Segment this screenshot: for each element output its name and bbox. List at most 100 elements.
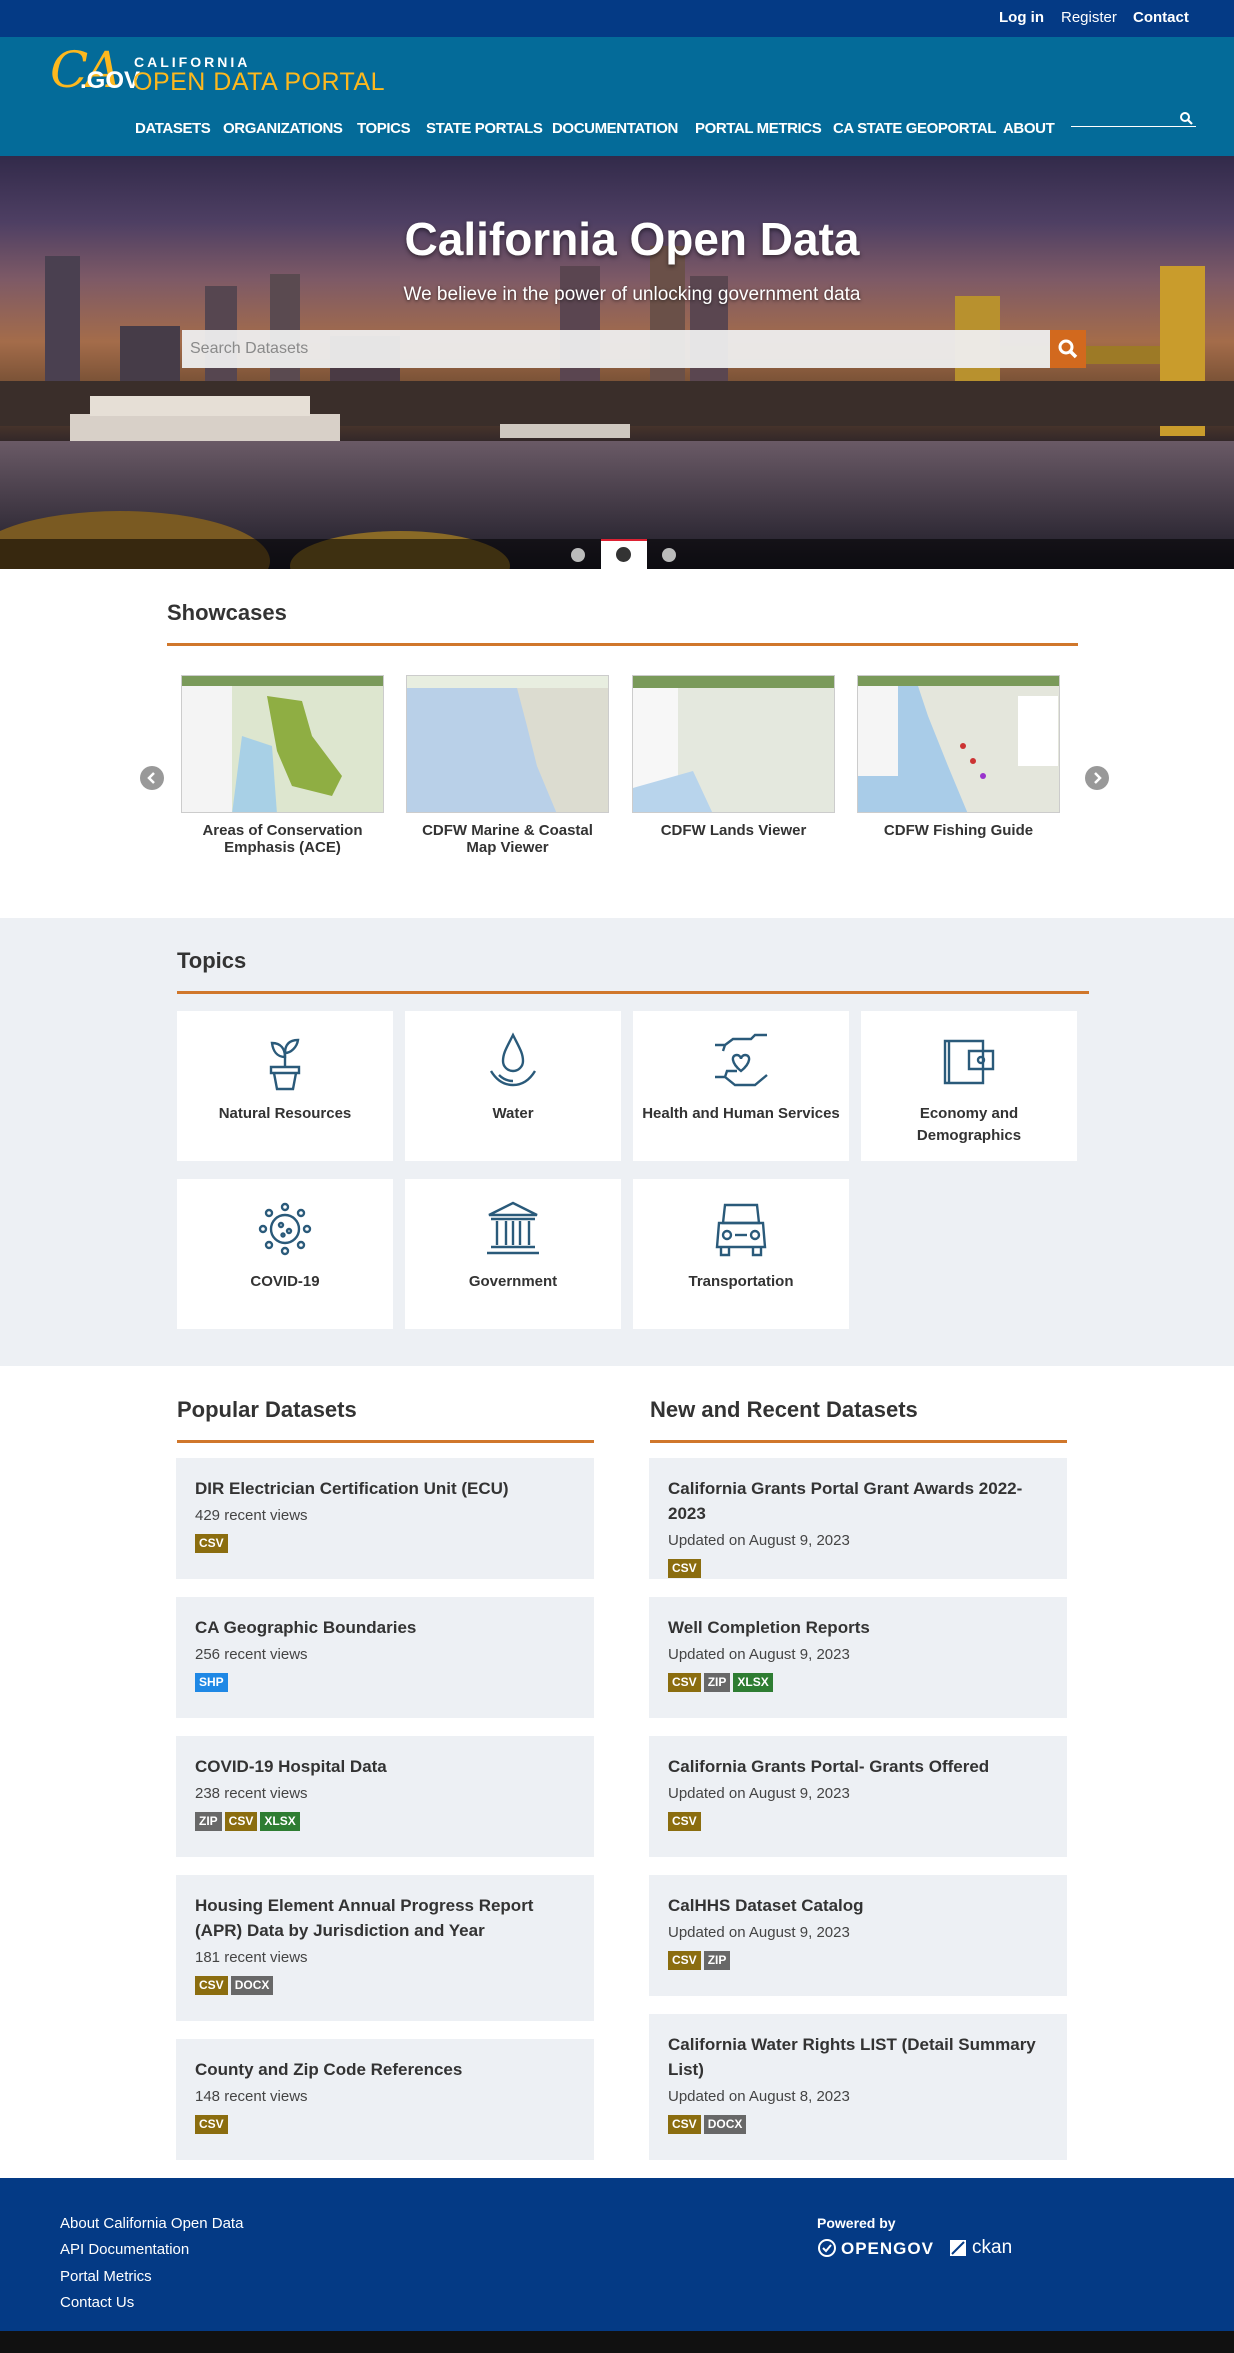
nav-documentation[interactable]: DOCUMENTATION <box>552 120 678 137</box>
format-tags: CSV <box>668 1559 1048 1578</box>
footer-link-contact[interactable]: Contact Us <box>60 2294 134 2311</box>
topic-transportation[interactable]: Transportation <box>633 1179 849 1329</box>
dataset-title[interactable]: California Water Rights LIST (Detail Sum… <box>668 2032 1048 2082</box>
carousel-next-button[interactable] <box>1085 766 1109 790</box>
virus-icon <box>258 1202 312 1256</box>
dataset-title[interactable]: California Grants Portal- Grants Offered <box>668 1754 1048 1779</box>
popular-divider <box>177 1440 594 1443</box>
format-tag-csv: CSV <box>224 1812 258 1831</box>
popular-dataset-card[interactable]: County and Zip Code References 148 recen… <box>176 2039 594 2160</box>
showcase-thumbnail <box>406 675 609 813</box>
popular-dataset-card[interactable]: DIR Electrician Certification Unit (ECU)… <box>176 1458 594 1579</box>
format-tags: ZIP CSV XLSX <box>195 1812 575 1831</box>
register-link[interactable]: Register <box>1061 9 1117 26</box>
topic-government[interactable]: Government <box>405 1179 621 1329</box>
format-tags: CSV <box>195 2115 575 2134</box>
dataset-title[interactable]: CA Geographic Boundaries <box>195 1615 575 1640</box>
format-tag-shp: SHP <box>195 1673 228 1692</box>
format-tag-csv: CSV <box>668 1673 701 1692</box>
format-tag-csv: CSV <box>195 1534 228 1553</box>
dataset-search-button[interactable] <box>1050 330 1086 368</box>
nav-organizations[interactable]: ORGANIZATIONS <box>223 120 343 137</box>
format-tags: CSV DOCX <box>195 1976 575 1995</box>
dataset-updated: Updated on August 9, 2023 <box>668 1924 850 1941</box>
nav-ca-state-geoportal[interactable]: CA STATE GEOPORTAL <box>833 120 996 137</box>
format-tag-docx: DOCX <box>230 1976 274 1995</box>
dataset-views: 429 recent views <box>195 1507 308 1524</box>
dataset-title[interactable]: Housing Element Annual Progress Report (… <box>195 1893 575 1943</box>
logo-gov: .GOV <box>80 67 141 94</box>
dataset-title[interactable]: Well Completion Reports <box>668 1615 1048 1640</box>
recent-dataset-card[interactable]: CalHHS Dataset Catalog Updated on August… <box>649 1875 1067 1996</box>
recent-divider <box>650 1440 1067 1443</box>
opengov-logo[interactable]: OPENGOV <box>841 2239 934 2259</box>
topic-covid-19[interactable]: COVID-19 <box>177 1179 393 1329</box>
search-icon[interactable] <box>1179 111 1193 125</box>
carousel-prev-button[interactable] <box>140 766 164 790</box>
site-header: CA .GOV CALIFORNIA OPEN DATA PORTAL DATA… <box>0 37 1234 156</box>
dataset-views: 256 recent views <box>195 1646 308 1663</box>
showcase-card[interactable]: CDFW Marine & Coastal Map Viewer <box>406 675 609 856</box>
nav-search-input[interactable] <box>1071 107 1196 127</box>
recent-dataset-card[interactable]: California Grants Portal Grant Awards 20… <box>649 1458 1067 1579</box>
showcase-card[interactable]: CDFW Fishing Guide <box>857 675 1060 839</box>
utility-bar: Log in Register Contact <box>0 0 1234 37</box>
water-drop-icon <box>489 1032 537 1087</box>
carousel-dot-2-active[interactable] <box>616 547 631 562</box>
topic-label: Natural Resources <box>218 1105 352 1122</box>
nav-about[interactable]: ABOUT <box>1003 120 1055 137</box>
carousel-dot-3[interactable] <box>662 548 676 562</box>
logo-open-data-portal: OPEN DATA PORTAL <box>133 68 386 96</box>
dataset-title[interactable]: COVID-19 Hospital Data <box>195 1754 575 1779</box>
footer-link-api-docs[interactable]: API Documentation <box>60 2241 189 2258</box>
recent-dataset-card[interactable]: Well Completion Reports Updated on Augus… <box>649 1597 1067 1718</box>
popular-dataset-card[interactable]: CA Geographic Boundaries 256 recent view… <box>176 1597 594 1718</box>
dataset-search-input[interactable] <box>182 330 1050 368</box>
recent-dataset-card[interactable]: California Grants Portal- Grants Offered… <box>649 1736 1067 1857</box>
dataset-title[interactable]: DIR Electrician Certification Unit (ECU) <box>195 1476 575 1501</box>
format-tags: CSV <box>668 1812 1048 1831</box>
carousel-dot-1[interactable] <box>571 548 585 562</box>
hero-subtitle: We believe in the power of unlocking gov… <box>403 284 861 305</box>
showcase-title: CDFW Marine & Coastal Map Viewer <box>422 822 593 856</box>
showcase-card[interactable]: Areas of Conservation Emphasis (ACE) <box>181 675 384 856</box>
showcase-thumbnail <box>632 675 835 813</box>
wallet-icon <box>943 1039 995 1085</box>
dataset-title[interactable]: County and Zip Code References <box>195 2057 575 2082</box>
footer-link-portal-metrics[interactable]: Portal Metrics <box>60 2268 152 2285</box>
ckan-logo[interactable]: ckan <box>972 2237 1012 2259</box>
showcase-thumbnail <box>181 675 384 813</box>
showcases-divider <box>167 643 1078 646</box>
topic-label: Health and Human Services <box>642 1105 840 1122</box>
showcase-thumbnail <box>857 675 1060 813</box>
format-tags: CSV <box>195 1534 575 1553</box>
format-tag-zip: ZIP <box>703 1673 731 1692</box>
topic-economy-demographics[interactable]: Economy and Demographics <box>861 1011 1077 1161</box>
contact-link[interactable]: Contact <box>1133 9 1189 26</box>
nav-datasets[interactable]: DATASETS <box>135 120 211 137</box>
login-link[interactable]: Log in <box>999 9 1044 26</box>
format-tag-csv: CSV <box>195 1976 228 1995</box>
nav-state-portals[interactable]: STATE PORTALS <box>426 120 543 137</box>
format-tag-csv: CSV <box>668 1812 701 1831</box>
popular-dataset-card[interactable]: Housing Element Annual Progress Report (… <box>176 1875 594 2021</box>
format-tag-docx: DOCX <box>703 2115 747 2134</box>
nav-portal-metrics[interactable]: PORTAL METRICS <box>695 120 822 137</box>
showcase-card[interactable]: CDFW Lands Viewer <box>632 675 835 839</box>
topic-water[interactable]: Water <box>405 1011 621 1161</box>
dataset-updated: Updated on August 8, 2023 <box>668 2088 850 2105</box>
topic-label: Water <box>492 1105 534 1122</box>
topic-health-human-services[interactable]: Health and Human Services <box>633 1011 849 1161</box>
format-tags: CSV DOCX <box>668 2115 1048 2134</box>
recent-dataset-card[interactable]: California Water Rights LIST (Detail Sum… <box>649 2014 1067 2160</box>
popular-dataset-card[interactable]: COVID-19 Hospital Data 238 recent views … <box>176 1736 594 1857</box>
carousel-indicator-bar <box>0 539 1234 569</box>
dataset-title[interactable]: CalHHS Dataset Catalog <box>668 1893 1048 1918</box>
opengov-logo-icon <box>818 2239 836 2257</box>
topic-natural-resources[interactable]: Natural Resources <box>177 1011 393 1161</box>
nav-topics[interactable]: TOPICS <box>357 120 411 137</box>
footer-link-about[interactable]: About California Open Data <box>60 2215 243 2232</box>
format-tag-csv: CSV <box>668 1559 701 1578</box>
bus-icon <box>715 1203 767 1257</box>
dataset-title[interactable]: California Grants Portal Grant Awards 20… <box>668 1476 1048 1526</box>
